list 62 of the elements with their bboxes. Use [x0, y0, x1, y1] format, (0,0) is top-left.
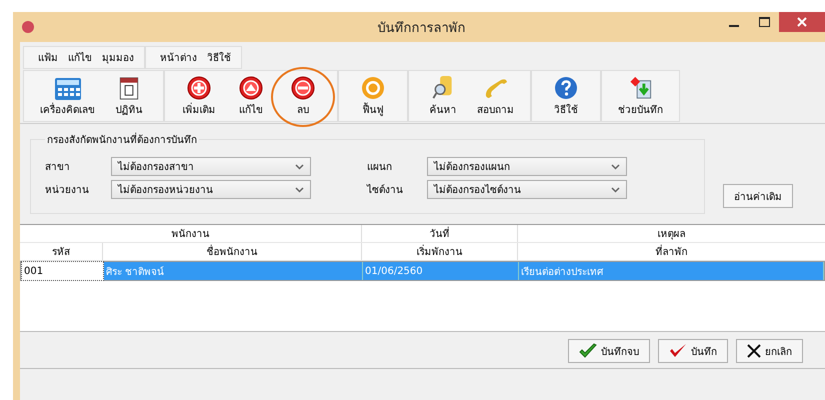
- calculator-icon: [54, 78, 80, 100]
- field-label: หน่วยงาน: [45, 184, 90, 197]
- chevron-down-icon: [611, 164, 620, 170]
- column-group-header: เหตุผล: [656, 228, 686, 242]
- toolbar-button[interactable]: ลบ: [277, 73, 329, 119]
- field-label: แผนก: [367, 161, 393, 174]
- up-arrow-circle-icon: [239, 76, 263, 100]
- action-button[interactable]: บันทึกจบ: [568, 339, 650, 363]
- table-cell: ศิระ ชาติพจน์: [104, 262, 363, 280]
- target-icon: [361, 76, 385, 100]
- minus-circle-icon: [291, 76, 315, 100]
- table-cell: เรียนต่อต่างประเทศ: [519, 262, 824, 280]
- app-icon: [22, 21, 34, 33]
- search-icon: [432, 75, 454, 100]
- load-button[interactable]: อ่านค่าเดิม: [723, 184, 793, 208]
- table-cell: 001: [21, 261, 104, 281]
- menu-item[interactable]: หน้าต่าง: [160, 50, 197, 65]
- close-icon: [797, 17, 807, 27]
- window-title: บันทึกการลาพัก: [376, 20, 466, 38]
- menu-item[interactable]: แฟ้ม: [38, 50, 58, 65]
- toolbar-button[interactable]: ฟื้นฟู: [347, 73, 399, 119]
- chevron-down-icon: [611, 186, 620, 192]
- dropdown[interactable]: ไม่ต้องกรองสาขา: [111, 157, 311, 176]
- menu-item[interactable]: วิธีใช้: [207, 50, 231, 65]
- toolbar-button[interactable]: ค้นหา: [417, 73, 469, 119]
- minimize-icon: [729, 25, 739, 27]
- column-header: ที่ลาพัก: [518, 243, 825, 260]
- toolbar-button[interactable]: ช่วยบันทึก: [610, 73, 671, 119]
- close-icon: [747, 344, 761, 358]
- field-label: ไซต์งาน: [367, 183, 404, 197]
- toolbar-button[interactable]: เพิ่มเติม: [173, 73, 225, 119]
- column-header: รหัส: [20, 243, 103, 260]
- document-arrow-icon: [628, 75, 654, 100]
- toolbar-button[interactable]: แก้ไข: [225, 73, 277, 119]
- dropdown[interactable]: ไม่ต้องกรองหน่วยงาน: [111, 180, 311, 199]
- filter-title: กรองสังกัดพนักงานที่ต้องการบันทึก: [45, 132, 199, 147]
- check-icon: [579, 343, 597, 359]
- help-icon: [554, 76, 578, 100]
- toolbar-button[interactable]: วิธีใช้: [540, 73, 592, 119]
- plus-circle-icon: [187, 76, 211, 100]
- check-icon: [669, 343, 687, 359]
- toolbar-button[interactable]: สอบถาม: [469, 73, 522, 119]
- column-group-header: พนักงาน: [20, 225, 362, 242]
- chevron-down-icon: [295, 186, 304, 192]
- toolbar-button[interactable]: เครื่องคิดเลข: [32, 73, 103, 119]
- table-row[interactable]: 001 ศิระ ชาติพจน์ 01/06/2560 เรียนต่อต่างประเทศ: [20, 261, 825, 281]
- action-button[interactable]: บันทึก: [658, 339, 728, 363]
- dropdown[interactable]: ไม่ต้องกรองแผนก: [427, 157, 627, 176]
- calendar-icon: [119, 75, 139, 100]
- field-label: สาขา: [45, 161, 71, 174]
- toolbar-button[interactable]: ปฏิทิน: [103, 73, 155, 119]
- menu-item[interactable]: แก้ไข: [68, 50, 92, 65]
- close-button[interactable]: [779, 12, 825, 32]
- table-cell: 01/06/2560: [363, 262, 519, 280]
- column-header: ชื่อพนักงาน: [103, 243, 362, 260]
- dropdown[interactable]: ไม่ต้องกรองไซต์งาน: [427, 180, 627, 199]
- column-group-header: วันที่: [362, 225, 518, 242]
- maximize-icon: [758, 17, 770, 27]
- column-header: เริ่มพักงาน: [362, 243, 518, 260]
- chevron-down-icon: [295, 164, 304, 170]
- action-button[interactable]: ยกเลิก: [736, 339, 803, 363]
- menu-item[interactable]: มุมมอง: [102, 50, 134, 65]
